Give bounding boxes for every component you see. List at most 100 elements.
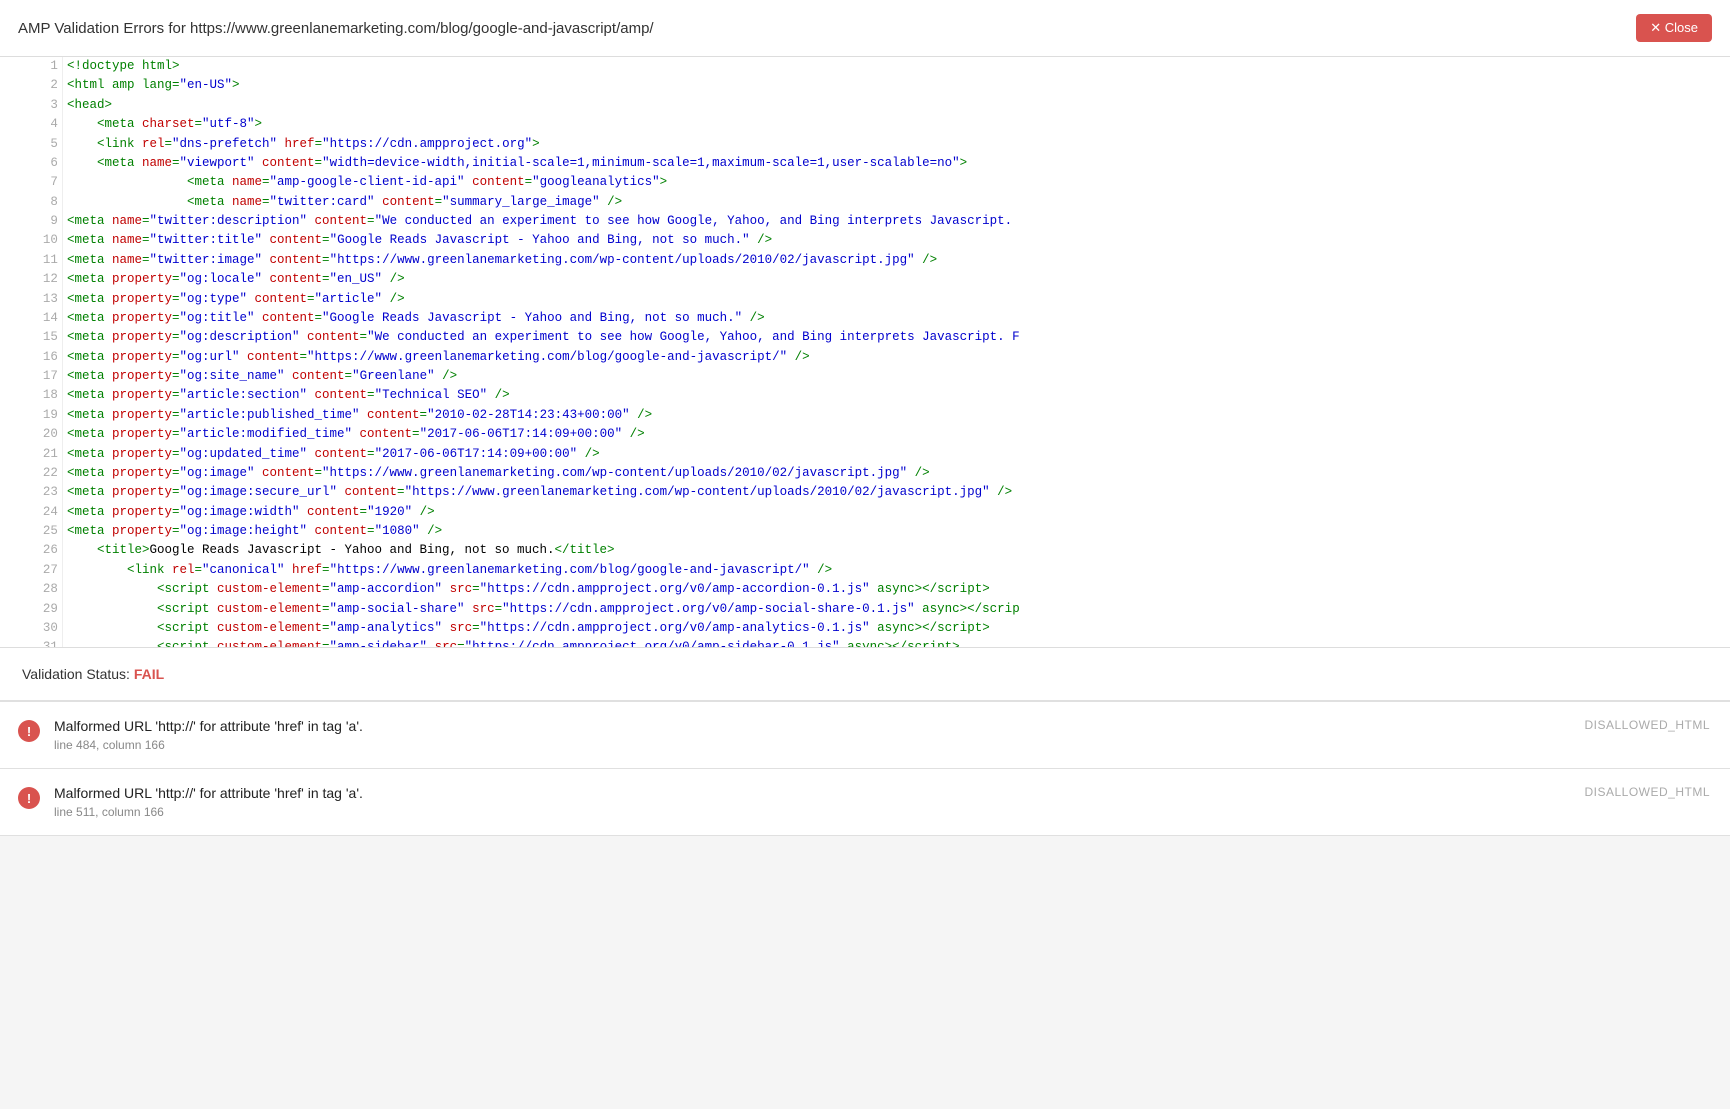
line-code: <meta property="og:site_name" content="G… — [62, 367, 1730, 386]
line-code: <meta property="og:description" content=… — [62, 328, 1730, 347]
line-number: 10 — [0, 231, 62, 250]
code-table: 1<!doctype html>2<html amp lang="en-US">… — [0, 57, 1730, 647]
line-code: <html amp lang="en-US"> — [62, 76, 1730, 95]
table-row: 15<meta property="og:description" conten… — [0, 328, 1730, 347]
validation-label: Validation Status: — [22, 666, 130, 682]
error-content: Malformed URL 'http://' for attribute 'h… — [54, 718, 1570, 752]
table-row: 4 <meta charset="utf-8"> — [0, 115, 1730, 134]
line-code: <meta property="og:image" content="https… — [62, 464, 1730, 483]
table-row: 7 <meta name="amp-google-client-id-api" … — [0, 173, 1730, 192]
line-code: <meta property="og:image:width" content=… — [62, 503, 1730, 522]
line-code: <meta charset="utf-8"> — [62, 115, 1730, 134]
line-number: 7 — [0, 173, 62, 192]
line-number: 23 — [0, 483, 62, 502]
errors-section[interactable]: ! Malformed URL 'http://' for attribute … — [0, 702, 1730, 1109]
table-row: 10<meta name="twitter:title" content="Go… — [0, 231, 1730, 250]
line-number: 21 — [0, 445, 62, 464]
table-row: 20<meta property="article:modified_time"… — [0, 425, 1730, 444]
table-row: 17<meta property="og:site_name" content=… — [0, 367, 1730, 386]
table-row: 21<meta property="og:updated_time" conte… — [0, 445, 1730, 464]
line-number: 18 — [0, 386, 62, 405]
line-code: <meta property="article:modified_time" c… — [62, 425, 1730, 444]
table-row: 29 <script custom-element="amp-social-sh… — [0, 600, 1730, 619]
error-row-right: DISALLOWED_HTML — [1584, 718, 1710, 732]
error-title: Malformed URL 'http://' for attribute 'h… — [54, 718, 1570, 734]
line-number: 22 — [0, 464, 62, 483]
table-row: 31 <script custom-element="amp-sidebar" … — [0, 638, 1730, 647]
table-row: 14<meta property="og:title" content="Goo… — [0, 309, 1730, 328]
error-type: DISALLOWED_HTML — [1584, 785, 1710, 799]
table-row: 16<meta property="og:url" content="https… — [0, 348, 1730, 367]
table-row: 24<meta property="og:image:width" conten… — [0, 503, 1730, 522]
table-row: 23<meta property="og:image:secure_url" c… — [0, 483, 1730, 502]
line-number: 12 — [0, 270, 62, 289]
line-number: 26 — [0, 541, 62, 560]
line-code: <!doctype html> — [62, 57, 1730, 76]
table-row: 11<meta name="twitter:image" content="ht… — [0, 251, 1730, 270]
header-bar: AMP Validation Errors for https://www.gr… — [0, 0, 1730, 57]
line-code: <meta property="og:url" content="https:/… — [62, 348, 1730, 367]
error-item: ! Malformed URL 'http://' for attribute … — [0, 769, 1730, 836]
line-number: 6 — [0, 154, 62, 173]
line-code: <meta property="og:updated_time" content… — [62, 445, 1730, 464]
close-button[interactable]: ✕ Close — [1636, 14, 1712, 42]
line-number: 2 — [0, 76, 62, 95]
line-code: <meta name="twitter:title" content="Goog… — [62, 231, 1730, 250]
error-title: Malformed URL 'http://' for attribute 'h… — [54, 785, 1570, 801]
table-row: 25<meta property="og:image:height" conte… — [0, 522, 1730, 541]
line-number: 1 — [0, 57, 62, 76]
line-code: <meta name="twitter:image" content="http… — [62, 251, 1730, 270]
error-location: line 511, column 166 — [54, 805, 1570, 819]
error-icon: ! — [18, 720, 40, 742]
error-row-right: DISALLOWED_HTML — [1584, 785, 1710, 799]
line-number: 25 — [0, 522, 62, 541]
table-row: 2<html amp lang="en-US"> — [0, 76, 1730, 95]
validation-section: Validation Status: FAIL — [0, 648, 1730, 702]
error-location: line 484, column 166 — [54, 738, 1570, 752]
code-viewer: 1<!doctype html>2<html amp lang="en-US">… — [0, 57, 1730, 648]
error-type: DISALLOWED_HTML — [1584, 718, 1710, 732]
table-row: 1<!doctype html> — [0, 57, 1730, 76]
line-code: <meta property="og:image:height" content… — [62, 522, 1730, 541]
line-number: 30 — [0, 619, 62, 638]
line-number: 17 — [0, 367, 62, 386]
line-number: 14 — [0, 309, 62, 328]
table-row: 19<meta property="article:published_time… — [0, 406, 1730, 425]
line-code: <script custom-element="amp-sidebar" src… — [62, 638, 1730, 647]
code-scroll-area[interactable]: 1<!doctype html>2<html amp lang="en-US">… — [0, 57, 1730, 647]
line-number: 15 — [0, 328, 62, 347]
line-code: <meta name="twitter:description" content… — [62, 212, 1730, 231]
line-code: <script custom-element="amp-analytics" s… — [62, 619, 1730, 638]
line-code: <link rel="dns-prefetch" href="https://c… — [62, 135, 1730, 154]
line-code: <meta property="og:type" content="articl… — [62, 290, 1730, 309]
table-row: 26 <title>Google Reads Javascript - Yaho… — [0, 541, 1730, 560]
line-number: 3 — [0, 96, 62, 115]
error-item: ! Malformed URL 'http://' for attribute … — [0, 702, 1730, 769]
line-number: 31 — [0, 638, 62, 647]
line-code: <title>Google Reads Javascript - Yahoo a… — [62, 541, 1730, 560]
page-title: AMP Validation Errors for https://www.gr… — [18, 20, 654, 37]
table-row: 27 <link rel="canonical" href="https://w… — [0, 561, 1730, 580]
table-row: 3<head> — [0, 96, 1730, 115]
line-code: <head> — [62, 96, 1730, 115]
line-code: <meta property="og:title" content="Googl… — [62, 309, 1730, 328]
line-number: 29 — [0, 600, 62, 619]
line-number: 4 — [0, 115, 62, 134]
line-number: 11 — [0, 251, 62, 270]
table-row: 22<meta property="og:image" content="htt… — [0, 464, 1730, 483]
table-row: 12<meta property="og:locale" content="en… — [0, 270, 1730, 289]
line-code: <script custom-element="amp-social-share… — [62, 600, 1730, 619]
line-code: <meta property="article:section" content… — [62, 386, 1730, 405]
line-number: 19 — [0, 406, 62, 425]
line-number: 5 — [0, 135, 62, 154]
line-number: 27 — [0, 561, 62, 580]
table-row: 13<meta property="og:type" content="arti… — [0, 290, 1730, 309]
error-content: Malformed URL 'http://' for attribute 'h… — [54, 785, 1570, 819]
table-row: 28 <script custom-element="amp-accordion… — [0, 580, 1730, 599]
validation-status: FAIL — [134, 666, 164, 682]
line-number: 8 — [0, 193, 62, 212]
line-code: <script custom-element="amp-accordion" s… — [62, 580, 1730, 599]
line-number: 20 — [0, 425, 62, 444]
line-number: 13 — [0, 290, 62, 309]
error-icon: ! — [18, 787, 40, 809]
